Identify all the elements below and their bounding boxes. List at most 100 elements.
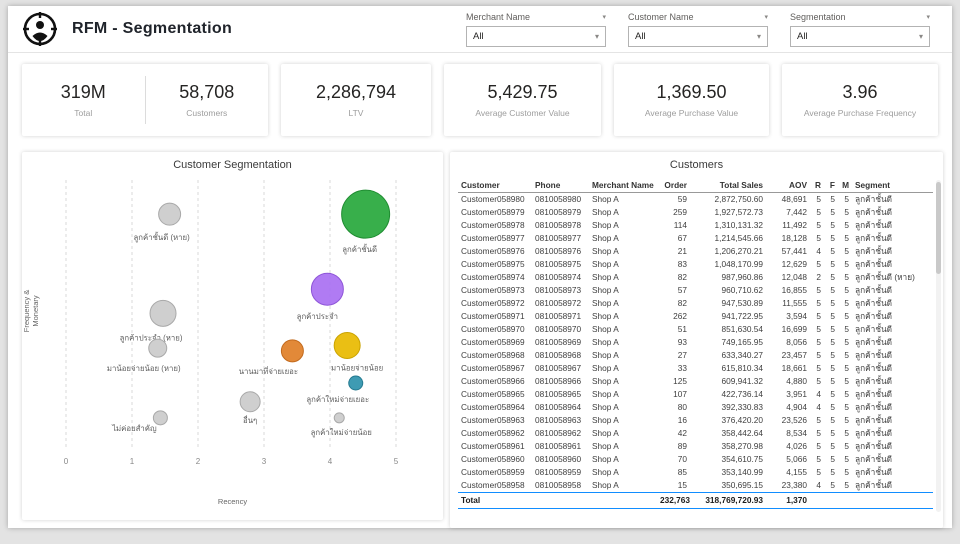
table-cell: 5 xyxy=(830,402,835,412)
table-cell: 5 xyxy=(830,259,835,269)
scatter-bubble[interactable] xyxy=(341,189,391,239)
table-cell: Customer058964 xyxy=(461,402,525,412)
table-cell: 5 xyxy=(816,259,821,269)
table-row[interactable]: Customer058978 0810058978 Shop A 114 1,310,1… xyxy=(458,219,933,232)
table-cell: 15 xyxy=(677,480,687,490)
column-header-f[interactable]: F xyxy=(824,178,838,193)
table-cell: Shop A xyxy=(592,220,619,230)
table-row[interactable]: Customer058975 0810058975 Shop A 83 1,048,17… xyxy=(458,258,933,271)
table-cell: 5 xyxy=(844,272,849,282)
table-cell: 80 xyxy=(677,402,687,412)
customers-table-panel: Customers Customer Phone Merchant Name Orde… xyxy=(450,152,943,528)
table-cell: 609,941.32 xyxy=(721,376,763,386)
scatter-bubble[interactable] xyxy=(280,339,304,363)
table-cell: 960,710.62 xyxy=(721,285,763,295)
table-cell: 2 xyxy=(816,272,821,282)
table-cell: 1,927,572.73 xyxy=(714,207,763,217)
table-row[interactable]: Customer058976 0810058976 Shop A 21 1,206,27… xyxy=(458,245,933,258)
scatter-bubble[interactable] xyxy=(152,410,168,426)
collapse-chevron-icon[interactable]: ▾ xyxy=(764,13,768,21)
table-cell: Shop A xyxy=(592,311,619,321)
scatter-bubble[interactable] xyxy=(333,331,361,359)
slicer-segmentation-dropdown[interactable]: All ▾ xyxy=(790,26,930,47)
table-cell: ลูกค้าชั้นดี xyxy=(855,298,893,308)
column-header-customer[interactable]: Customer xyxy=(458,178,532,193)
table-cell: ลูกค้าชั้นดี xyxy=(855,259,893,269)
table-cell: Customer058963 xyxy=(461,415,525,425)
table-cell: 5 xyxy=(816,441,821,451)
table-row[interactable]: Customer058972 0810058972 Shop A 82 947,530.… xyxy=(458,297,933,310)
table-row[interactable]: Customer058968 0810058968 Shop A 27 633,340.… xyxy=(458,349,933,362)
column-header-phone[interactable]: Phone xyxy=(532,178,589,193)
page-title: RFM - Segmentation xyxy=(72,20,233,37)
table-cell: Shop A xyxy=(592,259,619,269)
table-row[interactable]: Customer058971 0810058971 Shop A 262 941,722… xyxy=(458,310,933,323)
table-cell: 5 xyxy=(844,428,849,438)
table-cell: 23,526 xyxy=(781,415,807,425)
slicer-customer-dropdown[interactable]: All ▾ xyxy=(628,26,768,47)
table-cell: Customer058979 xyxy=(461,207,525,217)
table-cell: Shop A xyxy=(592,376,619,386)
table-cell: 5 xyxy=(816,337,821,347)
slicer-segmentation-label: Segmentation xyxy=(790,12,846,22)
collapse-chevron-icon[interactable]: ▾ xyxy=(926,13,930,21)
column-header-order[interactable]: Order xyxy=(657,178,690,193)
table-cell: 1,310,131.32 xyxy=(714,220,763,230)
table-cell: 5,066 xyxy=(786,454,807,464)
column-header-total-sales[interactable]: Total Sales xyxy=(690,178,766,193)
slicer-customer-value: All xyxy=(635,31,646,42)
table-row[interactable]: Customer058969 0810058969 Shop A 93 749,165.… xyxy=(458,336,933,349)
table-row[interactable]: Customer058980 0810058980 Shop A 59 2,872,75… xyxy=(458,193,933,207)
scatter-bubble[interactable] xyxy=(348,375,364,391)
table-row[interactable]: Customer058965 0810058965 Shop A 107 422,736… xyxy=(458,388,933,401)
kpi-card-avg-customer-value: 5,429.75 Average Customer Value xyxy=(444,64,601,136)
table-cell: 11,492 xyxy=(782,220,807,230)
scatter-bubble[interactable] xyxy=(310,272,344,306)
table-cell: 358,442.64 xyxy=(721,428,763,438)
table-row[interactable]: Customer058962 0810058962 Shop A 42 358,442.… xyxy=(458,427,933,440)
scatter-bubble[interactable] xyxy=(333,412,345,424)
scrollbar-thumb[interactable] xyxy=(936,182,941,274)
table-cell: 4 xyxy=(816,389,821,399)
table-cell: 59 xyxy=(677,194,687,204)
scatter-bubble[interactable] xyxy=(158,202,182,226)
table-row[interactable]: Customer058966 0810058966 Shop A 125 609,941… xyxy=(458,375,933,388)
table-row[interactable]: Customer058977 0810058977 Shop A 67 1,214,54… xyxy=(458,232,933,245)
table-cell: 0810058976 xyxy=(535,246,582,256)
table-cell: Shop A xyxy=(592,441,619,451)
table-row[interactable]: Customer058963 0810058963 Shop A 16 376,420.… xyxy=(458,414,933,427)
x-tick-label: 0 xyxy=(64,457,69,466)
collapse-chevron-icon[interactable]: ▾ xyxy=(602,13,606,21)
table-cell: 5 xyxy=(830,467,835,477)
table-row[interactable]: Customer058967 0810058967 Shop A 33 615,810.… xyxy=(458,362,933,375)
column-header-aov[interactable]: AOV xyxy=(766,178,810,193)
kpi-card-ltv: 2,286,794 LTV xyxy=(281,64,431,136)
table-cell: 7,442 xyxy=(786,207,807,217)
table-cell: 947,530.89 xyxy=(721,298,763,308)
column-header-r[interactable]: R xyxy=(810,178,824,193)
table-cell: 0810058964 xyxy=(535,402,582,412)
kpi-apf-label: Average Purchase Frequency xyxy=(803,108,917,118)
slicer-merchant-dropdown[interactable]: All ▾ xyxy=(466,26,606,47)
table-cell: 615,810.34 xyxy=(721,363,763,373)
table-cell: 5 xyxy=(816,415,821,425)
column-header-segment[interactable]: Segment xyxy=(852,178,933,193)
table-row[interactable]: Customer058979 0810058979 Shop A 259 1,927,5… xyxy=(458,206,933,219)
table-row[interactable]: Customer058959 0810058959 Shop A 85 353,140.… xyxy=(458,466,933,479)
column-header-m[interactable]: M xyxy=(838,178,852,193)
table-row[interactable]: Customer058961 0810058961 Shop A 89 358,270.… xyxy=(458,440,933,453)
table-cell: 5 xyxy=(816,194,821,204)
table-row[interactable]: Customer058958 0810058958 Shop A 15 350,695.… xyxy=(458,479,933,493)
table-row[interactable]: Customer058960 0810058960 Shop A 70 354,610.… xyxy=(458,453,933,466)
bubble-label: ลูกค้าชั้นดี (หาย) xyxy=(134,231,191,243)
table-cell: Shop A xyxy=(592,467,619,477)
scatter-bubble[interactable] xyxy=(148,338,168,358)
table-row[interactable]: Customer058973 0810058973 Shop A 57 960,710.… xyxy=(458,284,933,297)
table-cell: Shop A xyxy=(592,480,619,490)
column-header-merchant-name[interactable]: Merchant Name xyxy=(589,178,657,193)
table-row[interactable]: Customer058974 0810058974 Shop A 82 987,960.… xyxy=(458,271,933,284)
table-row[interactable]: Customer058964 0810058964 Shop A 80 392,330.… xyxy=(458,401,933,414)
table-row[interactable]: Customer058970 0810058970 Shop A 51 851,630.… xyxy=(458,323,933,336)
scatter-bubble[interactable] xyxy=(149,299,177,327)
scatter-bubble[interactable] xyxy=(239,391,261,413)
